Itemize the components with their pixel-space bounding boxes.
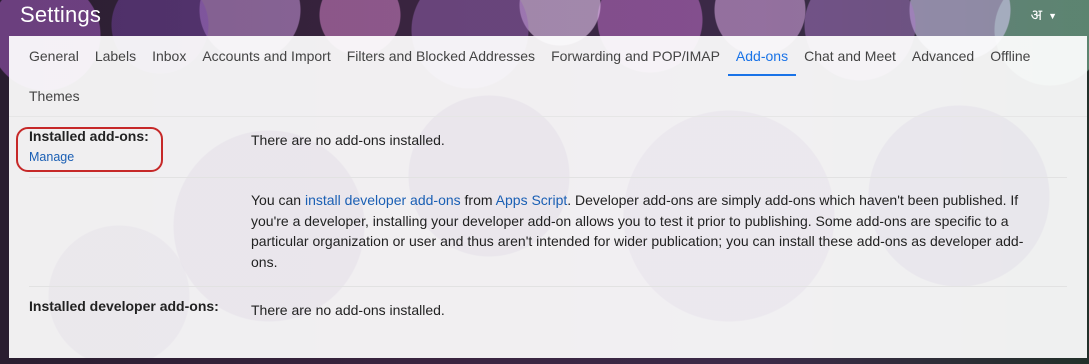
developer-info-text: You can install developer add-ons from A…	[251, 190, 1031, 272]
settings-tabs: General Labels Inbox Accounts and Import…	[9, 36, 1081, 116]
tab-labels[interactable]: Labels	[87, 36, 144, 76]
tab-themes[interactable]: Themes	[21, 76, 88, 116]
title-bar: Settings अ ▼	[0, 0, 1089, 36]
tab-advanced[interactable]: Advanced	[904, 36, 982, 76]
tabs-divider	[9, 116, 1087, 117]
row-separator	[29, 286, 1067, 287]
tab-add-ons[interactable]: Add-ons	[727, 36, 797, 76]
install-developer-addons-link[interactable]: install developer add-ons	[305, 192, 461, 208]
developer-info-prefix: You can	[251, 192, 305, 208]
developer-addons-label: Installed developer add-ons:	[29, 298, 219, 314]
developer-addons-status: There are no add-ons installed.	[251, 302, 445, 318]
tab-accounts-and-import[interactable]: Accounts and Import	[194, 36, 338, 76]
tab-general[interactable]: General	[21, 36, 87, 76]
input-tools-button[interactable]: अ ▼	[1031, 5, 1057, 25]
tab-filters-and-blocked-addresses[interactable]: Filters and Blocked Addresses	[339, 36, 543, 76]
tab-offline[interactable]: Offline	[982, 36, 1038, 76]
row-separator	[29, 177, 1067, 178]
developer-info-mid: from	[460, 192, 496, 208]
installed-addons-status: There are no add-ons installed.	[251, 132, 445, 148]
tab-chat-and-meet[interactable]: Chat and Meet	[796, 36, 904, 76]
page-title: Settings	[20, 2, 102, 27]
highlight-annotation	[16, 127, 163, 172]
settings-panel: General Labels Inbox Accounts and Import…	[9, 36, 1087, 358]
input-tools-icon: अ	[1030, 7, 1043, 24]
apps-script-link[interactable]: Apps Script	[496, 192, 568, 208]
tab-inbox[interactable]: Inbox	[144, 36, 194, 76]
tab-forwarding-and-pop-imap[interactable]: Forwarding and POP/IMAP	[543, 36, 728, 76]
chevron-down-icon: ▼	[1048, 11, 1057, 21]
